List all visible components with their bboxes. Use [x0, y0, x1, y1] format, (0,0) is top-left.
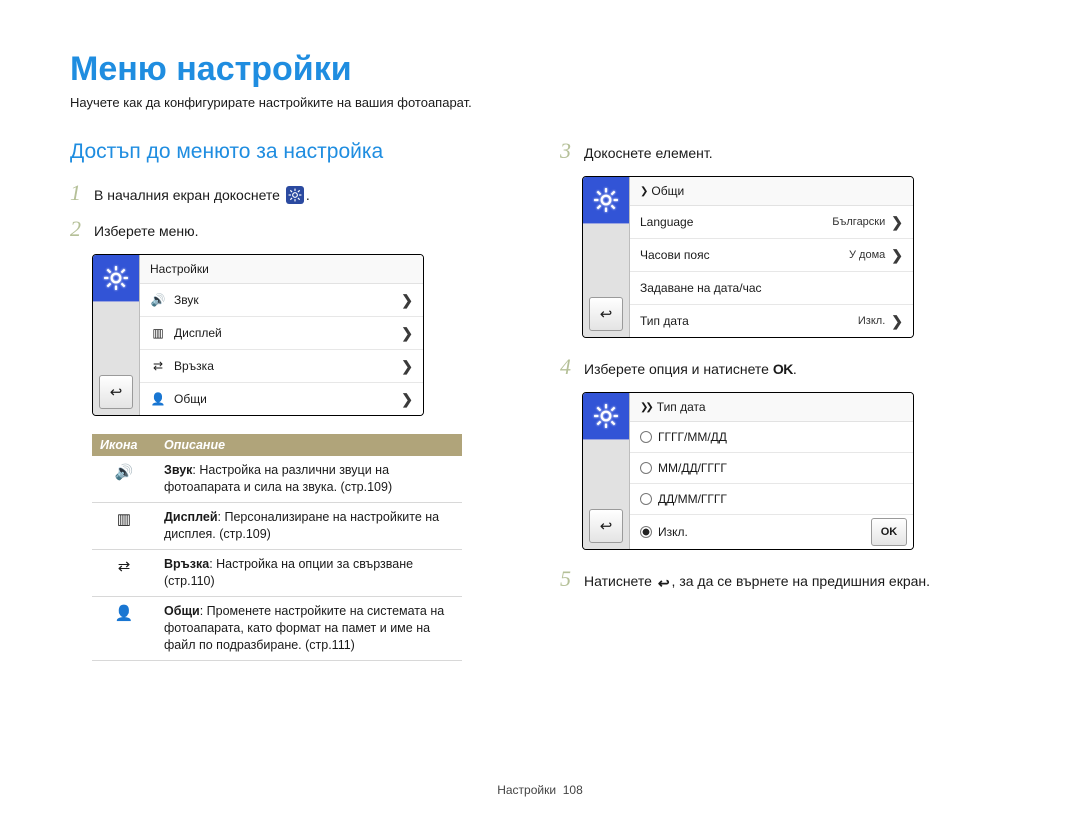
menu-row-sound[interactable]: 🔊Звук ❯	[140, 284, 423, 317]
display-icon: ▥	[150, 325, 166, 341]
screen-header: Настройки	[140, 255, 423, 284]
option-yyyymmdd[interactable]: ГГГГ/ММ/ДД	[630, 422, 913, 453]
gear-icon	[583, 177, 629, 224]
link-icon: ⇄	[112, 556, 136, 576]
screen-header: ❯Общи	[630, 177, 913, 206]
radio-icon	[640, 462, 652, 474]
person-icon: 👤	[112, 603, 136, 623]
step-number: 2	[70, 218, 94, 240]
chevron-right-icon: ❯	[891, 313, 903, 330]
setting-row-datetype[interactable]: Тип дата Изкл.❯	[630, 305, 913, 337]
page-footer: Настройки 108	[0, 783, 1080, 797]
setting-row-datetime[interactable]: Задаване на дата/час	[630, 272, 913, 305]
menu-row-display[interactable]: ▥Дисплей ❯	[140, 317, 423, 350]
setting-row-language[interactable]: Language Български❯	[630, 206, 913, 239]
screen-header: ❯❯Тип дата	[630, 393, 913, 422]
chevron-right-icon: ❯	[640, 186, 645, 197]
gear-icon	[286, 186, 304, 204]
chevron-right-icon: ❯	[401, 358, 413, 375]
page-title: Меню настройки	[70, 50, 1010, 89]
step-text: Натиснете ↩, за да се върнете на предишн…	[584, 568, 930, 594]
menu-row-general[interactable]: 👤Общи ❯	[140, 383, 423, 415]
back-icon: ↩	[658, 572, 670, 594]
speaker-icon: 🔊	[150, 292, 166, 308]
gear-icon	[93, 255, 139, 302]
chevron-right-icon: ❯	[891, 214, 903, 231]
table-row: 🔊 Звук: Настройка на различни звуци на ф…	[92, 456, 462, 503]
step-number: 5	[560, 568, 584, 590]
back-button[interactable]: ↩	[589, 509, 623, 543]
radio-icon	[640, 493, 652, 505]
section-heading: Достъп до менюто за настройка	[70, 140, 520, 164]
option-mmddyyyy[interactable]: ММ/ДД/ГГГГ	[630, 453, 913, 484]
intro-text: Научете как да конфигурирате настройките…	[70, 95, 1010, 110]
person-icon: 👤	[150, 391, 166, 407]
option-off[interactable]: Изкл.	[640, 525, 688, 539]
step-text: Докоснете елемент.	[584, 140, 713, 164]
chevron-right-icon: ❯	[401, 292, 413, 309]
step-number: 4	[560, 356, 584, 378]
chevron-right-icon: ❯	[401, 325, 413, 342]
ok-button[interactable]: OK	[871, 518, 907, 546]
gear-icon	[583, 393, 629, 440]
chevron-right-icon: ❯	[401, 391, 413, 408]
table-row: ⇄ Връзка: Настройка на опции за свързван…	[92, 550, 462, 597]
setting-row-timezone[interactable]: Часови пояс У дома❯	[630, 239, 913, 272]
table-row: 👤 Общи: Променете настройките на система…	[92, 597, 462, 661]
radio-icon	[640, 431, 652, 443]
step-text: Изберете меню.	[94, 218, 199, 242]
speaker-icon: 🔊	[112, 462, 136, 482]
menu-row-connection[interactable]: ⇄Връзка ❯	[140, 350, 423, 383]
table-row: ▥ Дисплей: Персонализиране на настройкит…	[92, 503, 462, 550]
icon-legend-table: Икона Описание 🔊 Звук: Настройка на разл…	[92, 434, 462, 661]
device-screenshot-datetype: ↩ ❯❯Тип дата ГГГГ/ММ/ДД ММ/ДД/ГГГГ ДД/ММ…	[582, 392, 914, 550]
device-screenshot-settings-root: ↩ Настройки 🔊Звук ❯ ▥Дисплей ❯ ⇄Връзка ❯	[92, 254, 424, 416]
device-screenshot-general: ↩ ❯Общи Language Български❯ Часови пояс …	[582, 176, 914, 338]
step-number: 1	[70, 182, 94, 204]
table-header-description: Описание	[156, 434, 462, 456]
ok-label: OK	[773, 361, 793, 377]
step-text: В началния екран докоснете .	[94, 182, 310, 206]
back-button[interactable]: ↩	[589, 297, 623, 331]
back-button[interactable]: ↩	[99, 375, 133, 409]
radio-selected-icon	[640, 526, 652, 538]
link-icon: ⇄	[150, 358, 166, 374]
step-text: Изберете опция и натиснете OK.	[584, 356, 797, 380]
display-icon: ▥	[112, 509, 136, 529]
chevron-right-icon: ❯	[891, 247, 903, 264]
step-number: 3	[560, 140, 584, 162]
table-header-icon: Икона	[92, 434, 156, 456]
option-ddmmyyyy[interactable]: ДД/ММ/ГГГГ	[630, 484, 913, 515]
chevron-right-icon: ❯❯	[640, 402, 651, 413]
